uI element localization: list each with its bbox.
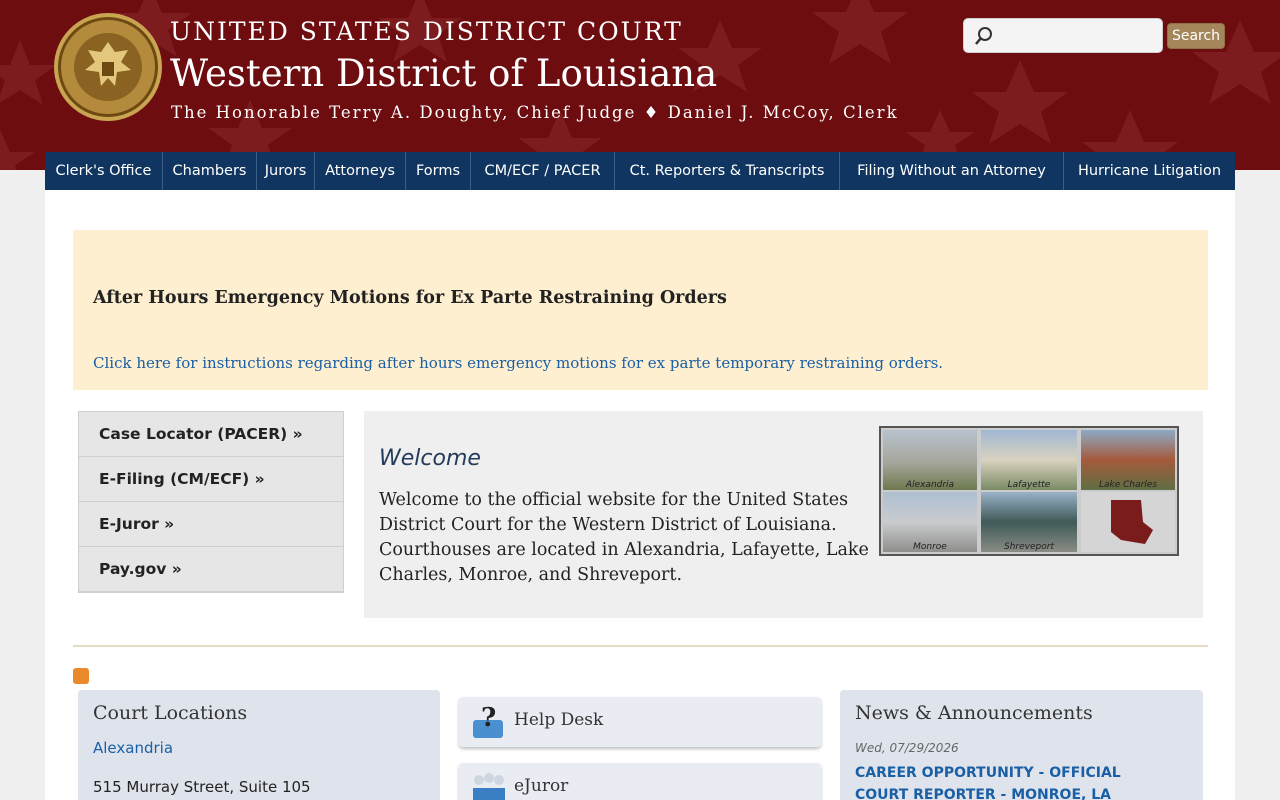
news-title: News & Announcements <box>855 702 1093 724</box>
courthouse-collage: Alexandria Lafayette Lake Charles Monroe… <box>879 426 1179 556</box>
search-box[interactable] <box>963 18 1163 53</box>
ejuror-label: eJuror <box>514 776 569 796</box>
help-desk-icon: ? <box>473 703 503 738</box>
welcome-text: Welcome to the official website for the … <box>379 490 869 585</box>
location-address: 515 Murray Street, Suite 105 <box>93 778 311 796</box>
section-divider <box>73 645 1208 647</box>
search-input[interactable] <box>998 23 1158 49</box>
louisiana-map-image <box>1081 492 1175 552</box>
quick-link-efiling[interactable]: E-Filing (CM/ECF) » <box>79 457 343 502</box>
search-icon <box>975 27 992 45</box>
nav-item-court-reporters[interactable]: Ct. Reporters & Transcripts <box>615 152 840 190</box>
court-locations-title: Court Locations <box>93 702 248 724</box>
photo-monroe: Monroe <box>883 492 977 552</box>
quick-link-ejuror[interactable]: E-Juror » <box>79 502 343 547</box>
ejuror-icon <box>473 773 505 800</box>
help-desk-label: Help Desk <box>514 710 604 730</box>
photo-lafayette: Lafayette <box>981 430 1077 490</box>
nav-item-attorneys[interactable]: Attorneys <box>315 152 406 190</box>
main-nav: Clerk's Office Chambers Jurors Attorneys… <box>45 152 1235 190</box>
nav-item-hurricane-litigation[interactable]: Hurricane Litigation <box>1064 152 1235 190</box>
help-desk-button[interactable]: ? Help Desk <box>459 697 821 747</box>
photo-alexandria: Alexandria <box>883 430 977 490</box>
ejuror-button[interactable]: eJuror <box>459 763 821 800</box>
welcome-title: Welcome <box>379 446 481 471</box>
judge-clerk-line: The Honorable Terry A. Doughty, Chief Ju… <box>171 103 899 122</box>
nav-item-clerks-office[interactable]: Clerk's Office <box>45 152 163 190</box>
news-headline-link[interactable]: CAREER OPPORTUNITY - OFFICIAL COURT REPO… <box>855 762 1175 800</box>
nav-item-forms[interactable]: Forms <box>406 152 471 190</box>
rss-icon[interactable] <box>73 668 89 684</box>
photo-lake-charles: Lake Charles <box>1081 430 1175 490</box>
search-button[interactable]: Search <box>1167 23 1225 49</box>
quick-link-paygov[interactable]: Pay.gov » <box>79 547 343 592</box>
news-date: Wed, 07/29/2026 <box>855 741 959 755</box>
nav-item-jurors[interactable]: Jurors <box>257 152 315 190</box>
photo-shreveport: Shreveport <box>981 492 1077 552</box>
svg-text:?: ? <box>481 703 496 733</box>
quick-links-panel: Case Locator (PACER) » E-Filing (CM/ECF)… <box>78 411 344 593</box>
location-link-alexandria[interactable]: Alexandria <box>93 739 173 757</box>
nav-item-chambers[interactable]: Chambers <box>163 152 257 190</box>
alert-title: After Hours Emergency Motions for Ex Par… <box>93 288 727 308</box>
court-seal-logo[interactable] <box>53 12 163 122</box>
quick-link-case-locator[interactable]: Case Locator (PACER) » <box>79 412 343 457</box>
court-name-line2[interactable]: Western District of Louisiana <box>170 52 717 95</box>
alert-instructions-link[interactable]: Click here for instructions regarding af… <box>93 354 943 372</box>
court-name-line1: UNITED STATES DISTRICT COURT <box>170 17 683 46</box>
nav-item-filing-without-attorney[interactable]: Filing Without an Attorney <box>840 152 1064 190</box>
nav-item-cmecf-pacer[interactable]: CM/ECF / PACER <box>471 152 615 190</box>
